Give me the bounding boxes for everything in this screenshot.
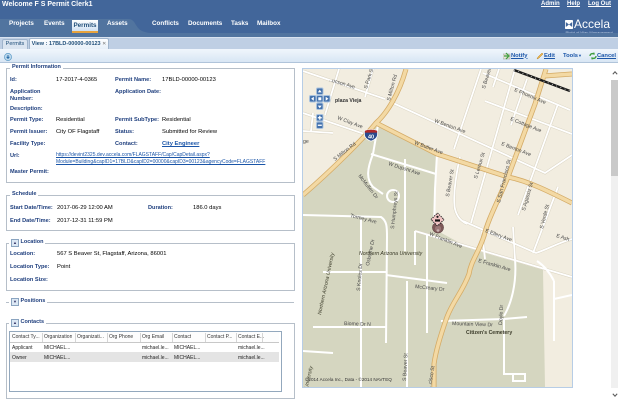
svg-text:40: 40 [368,135,374,141]
svg-text:plaza Vieja: plaza Vieja [335,98,362,104]
svg-text:Northern Arizona University: Northern Arizona University [359,251,423,257]
svg-text:ge: ge [303,139,309,145]
svg-text:Biome Dr N: Biome Dr N [344,321,371,328]
svg-text:Citizen's Cemetery: Citizen's Cemetery [466,330,512,336]
svg-text:Doyle Dr: Doyle Dr [498,304,505,325]
svg-text:©2014 Accela Inc., Data - ©201: ©2014 Accela Inc., Data - ©2014 NAVTEQ [305,376,392,382]
